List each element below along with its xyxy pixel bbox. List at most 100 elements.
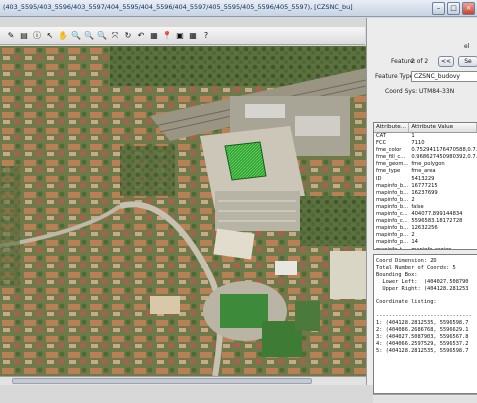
column-header-value[interactable]: Attribute Value — [409, 123, 477, 132]
pencil-icon[interactable]: ✎ — [6, 31, 16, 41]
attribute-value-cell: false — [411, 203, 424, 210]
attribute-name-cell: mapinfo_b... — [376, 182, 409, 189]
attribute-name-cell: FCC — [376, 140, 387, 147]
attribute-value-cell: fme_area — [411, 168, 436, 175]
attribute-value-cell: fme_polygon — [411, 161, 445, 168]
attribute-value-cell: 0.752941176470588,0.7... — [411, 147, 477, 154]
console-line: Total Number of Coords: 5 — [376, 264, 456, 271]
attribute-name-cell: mapinfo_c... — [376, 218, 408, 225]
attribute-value-cell: 0.968627450980392,0.7... — [411, 154, 477, 161]
help-icon[interactable]: ▦ — [188, 31, 198, 41]
attribute-value-cell: 5413229 — [411, 175, 435, 182]
table-row[interactable]: mapinfo_t... mapinfo_region — [374, 246, 477, 250]
attribute-value-cell: mapinfo_region — [411, 246, 452, 250]
table-row[interactable]: fme_fill_c... 0.968627450980392,0.7... — [374, 154, 477, 161]
window-titlebar: (403_5595/403_5596/403_5597/404_5595/404… — [0, 0, 477, 17]
feature-counter: 2 of 2 — [411, 58, 429, 65]
attribute-name-cell: mapinfo_b... — [376, 203, 409, 210]
next-feature-button[interactable]: Se — [458, 56, 477, 67]
attribute-value-cell: 16237699 — [411, 189, 438, 196]
console-scrollbar[interactable] — [373, 394, 477, 403]
attribute-value-cell: 12632256 — [411, 225, 438, 232]
selected-building[interactable] — [224, 141, 267, 181]
previous-feature-button[interactable]: << — [438, 56, 454, 67]
table-row[interactable]: fme_geom... fme_polygon — [374, 161, 477, 168]
console-line: 2: (404086.2686768, 5596629.1 — [376, 327, 469, 334]
map-scroll-thumb[interactable] — [12, 378, 312, 384]
coord-sys-label: Coord Sys: UTM84-33N — [385, 88, 455, 95]
table-row[interactable]: fme_color 0.752941176470588,0.7... — [374, 147, 477, 154]
refresh-icon[interactable]: ↻ — [123, 31, 133, 41]
console-line: 5: (404128.2812535, 5596598.7 — [376, 347, 469, 354]
feature-type-select[interactable]: CZSNC_budovy — [411, 71, 477, 82]
attribute-table: Attribute... Attribute Value CAT 1 FCC 7110… — [373, 122, 477, 250]
map-horizontal-scrollbar[interactable] — [0, 376, 366, 385]
main-toolbar: ✎ ▤ ⓘ ↖ ✋ 🔍 🔍 🔍 ⤧ ↻ ↶ ▦ 📍 ▣ ▦? — [0, 27, 365, 45]
info-icon[interactable]: ⓘ — [32, 31, 42, 41]
console-line: Coordinate listing: — [376, 299, 437, 306]
attribute-name-cell: mapinfo_b... — [376, 196, 409, 203]
hand-icon[interactable]: ✋ — [58, 31, 68, 41]
table-row[interactable]: fme_type fme_area — [374, 168, 477, 175]
table-row[interactable]: mapinfo_b... false — [374, 204, 477, 211]
console-line: 3: (404027.5087903, 5596567.8 — [376, 333, 469, 340]
pointer-icon[interactable]: ↖ — [45, 31, 55, 41]
attribute-value-cell: 5596583.18172728 — [411, 218, 463, 225]
pin-icon[interactable]: 📍 — [162, 31, 172, 41]
attribute-value-cell: 16777215 — [411, 182, 438, 189]
zoom-extent-icon[interactable]: ⤧ — [110, 31, 120, 41]
attribute-name-cell: fme_type — [376, 168, 401, 175]
attribute-value-cell: 2 — [411, 196, 415, 203]
table-row[interactable]: mapinfo_b... 2 — [374, 197, 477, 204]
attribute-name-cell: mapinfo_p... — [376, 239, 409, 246]
back-icon[interactable]: ↶ — [136, 31, 146, 41]
attribute-value-cell: 1 — [411, 133, 415, 139]
table-row[interactable]: mapinfo_p... 2 — [374, 232, 477, 239]
window-controls: – □ × — [432, 2, 475, 15]
console-line: Upper Right: (404128.281253 — [376, 285, 469, 292]
zoom-out-icon[interactable]: 🔍 — [84, 31, 94, 41]
feature-info-panel: el Feature: 2 of 2 << Se Feature Type: C… — [366, 18, 477, 403]
zoom-in-icon[interactable]: 🔍 — [71, 31, 81, 41]
console-line: 4: (404066.2597529, 5596537.2 — [376, 340, 469, 347]
console-line: 1: (404128.2812535, 5596598.7 — [376, 320, 469, 327]
console-line: ------------------------------ — [376, 313, 472, 320]
table-row[interactable]: mapinfo_c... 404077.899144834 — [374, 211, 477, 218]
maximize-button[interactable]: □ — [447, 2, 460, 15]
console-line: Coord Dimension: 2D — [376, 258, 437, 264]
console-line: Lower Left: (404027.508790 — [376, 278, 469, 285]
console-line: Bounding Box: — [376, 271, 418, 278]
orthophoto-map[interactable] — [0, 46, 366, 376]
table-row[interactable]: CAT 1 — [374, 133, 477, 140]
table-row[interactable]: mapinfo_p... 14 — [374, 239, 477, 246]
table-icon[interactable]: ▦ — [149, 31, 159, 41]
map-view[interactable] — [0, 46, 366, 376]
attribute-table-header: Attribute... Attribute Value — [374, 123, 477, 133]
question-icon[interactable]: ? — [201, 31, 211, 41]
close-button[interactable]: × — [462, 2, 475, 15]
column-header-attribute[interactable]: Attribute... — [374, 123, 410, 132]
page-icon[interactable]: ▤ — [19, 31, 29, 41]
attribute-value-cell: 2 — [411, 232, 415, 239]
table-row[interactable]: FCC 7110 — [374, 140, 477, 147]
table-row[interactable]: mapinfo_b... 16237699 — [374, 190, 477, 197]
zoom-area-icon[interactable]: 🔍 — [97, 31, 107, 41]
attribute-name-cell: mapinfo_b... — [376, 189, 409, 196]
attribute-name-cell: fme_color — [376, 147, 402, 154]
feature-type-label: Feature Type: — [375, 73, 416, 80]
attribute-value-cell: 404077.899144834 — [411, 211, 463, 218]
attribute-name-cell: mapinfo_b... — [376, 225, 409, 232]
table-row[interactable]: ID 5413229 — [374, 176, 477, 183]
attribute-name-cell: fme_geom... — [376, 161, 409, 168]
table-row[interactable]: mapinfo_c... 5596583.18172728 — [374, 218, 477, 225]
table-row[interactable]: mapinfo_b... 16777215 — [374, 183, 477, 190]
attribute-name-cell: ID — [376, 175, 382, 182]
window-title: (403_5595/403_5596/403_5597/404_5595/404… — [3, 3, 353, 11]
geometry-console: Coord Dimension: 2D Total Number of Coord… — [373, 254, 477, 394]
minimize-button[interactable]: – — [432, 2, 445, 15]
attribute-name-cell: CAT — [376, 133, 386, 139]
table-row[interactable]: mapinfo_b... 12632256 — [374, 225, 477, 232]
measure-icon[interactable]: ▣ — [175, 31, 185, 41]
